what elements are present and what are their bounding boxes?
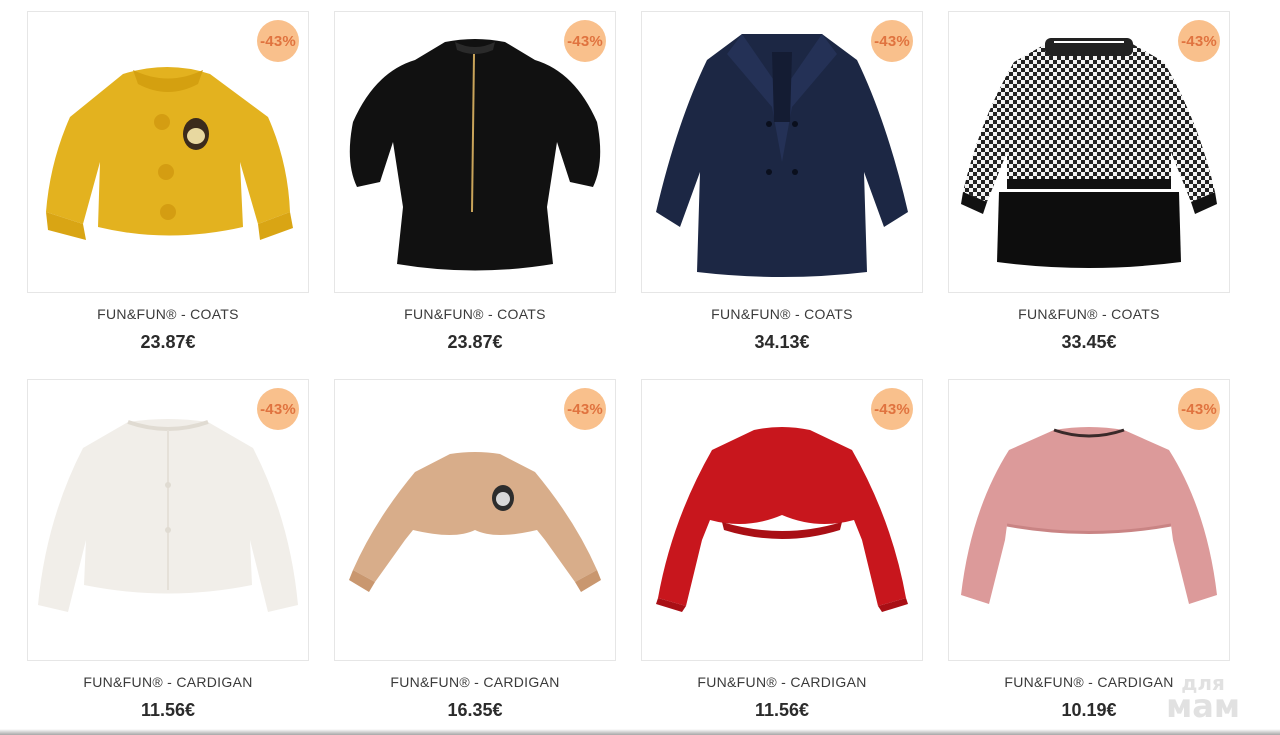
discount-badge: -43% — [871, 388, 913, 430]
discount-badge: -43% — [257, 388, 299, 430]
product-price: 23.87€ — [140, 332, 196, 352]
product-card[interactable]: -43% FUN&FUN® - COATS 23.87€ — [334, 11, 616, 353]
discount-badge: -43% — [1178, 20, 1220, 62]
product-price: 23.87€ — [447, 332, 503, 352]
discount-badge: -43% — [257, 20, 299, 62]
product-image[interactable]: -43% — [641, 379, 923, 661]
product-card[interactable]: -43% FUN&FUN® - COATS 33.45€ — [948, 11, 1230, 353]
discount-badge: -43% — [564, 20, 606, 62]
product-title[interactable]: FUN&FUN® - CARDIGAN — [334, 674, 616, 690]
watermark-line2: мам — [1166, 687, 1240, 726]
product-image[interactable]: -43% — [27, 379, 309, 661]
product-title[interactable]: FUN&FUN® - COATS — [641, 306, 923, 322]
product-card[interactable]: -43% FUN&FUN® - COATS 34.13€ — [641, 11, 923, 353]
product-title[interactable]: FUN&FUN® - CARDIGAN — [641, 674, 923, 690]
product-image[interactable]: -43% — [948, 379, 1230, 661]
product-title[interactable]: FUN&FUN® - CARDIGAN — [27, 674, 309, 690]
product-image[interactable]: -43% — [641, 11, 923, 293]
bottom-edge-shadow — [0, 729, 1280, 735]
product-card[interactable]: -43% FUN&FUN® - CARDIGAN 10.19€ — [948, 379, 1230, 721]
watermark-logo: для мам — [1166, 673, 1240, 726]
product-card[interactable]: -43% FUN&FUN® - CARDIGAN 11.56€ — [641, 379, 923, 721]
product-price: 11.56€ — [754, 700, 810, 720]
discount-badge: -43% — [564, 388, 606, 430]
product-title[interactable]: FUN&FUN® - COATS — [334, 306, 616, 322]
product-title[interactable]: FUN&FUN® - COATS — [27, 306, 309, 322]
product-price: 34.13€ — [754, 332, 810, 352]
product-price: 11.56€ — [140, 700, 196, 720]
discount-badge: -43% — [1178, 388, 1220, 430]
product-image[interactable]: -43% — [334, 11, 616, 293]
product-title[interactable]: FUN&FUN® - COATS — [948, 306, 1230, 322]
product-price: 16.35€ — [447, 700, 503, 720]
product-image[interactable]: -43% — [27, 11, 309, 293]
product-price: 33.45€ — [1061, 332, 1117, 352]
discount-badge: -43% — [871, 20, 913, 62]
product-image[interactable]: -43% — [334, 379, 616, 661]
product-image[interactable]: -43% — [948, 11, 1230, 293]
product-card[interactable]: -43% FUN&FUN® - CARDIGAN 11.56€ — [27, 379, 309, 721]
product-card[interactable]: -43% FUN&FUN® - COATS 23.87€ — [27, 11, 309, 353]
product-card[interactable]: -43% FUN&FUN® - CARDIGAN 16.35€ — [334, 379, 616, 721]
